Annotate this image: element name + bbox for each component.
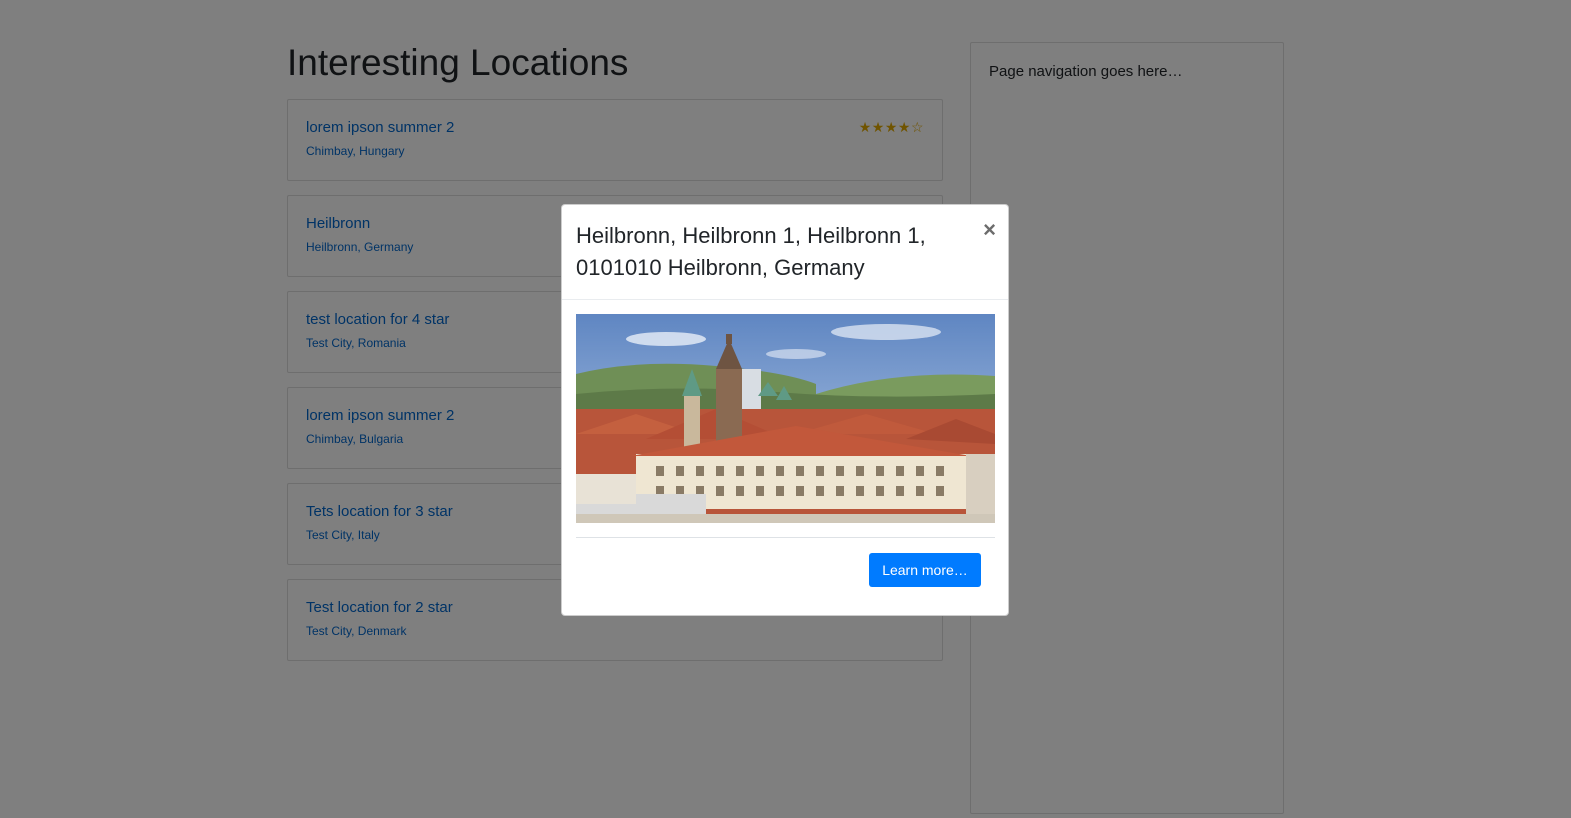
modal-header: Heilbronn, Heilbronn 1, Heilbronn 1, 010… [562, 205, 1008, 300]
close-icon[interactable]: × [983, 217, 996, 243]
learn-more-button[interactable]: Learn more… [869, 553, 981, 587]
location-photo [576, 314, 995, 523]
modal-title: Heilbronn, Heilbronn 1, Heilbronn 1, 010… [576, 223, 926, 280]
location-modal: Heilbronn, Heilbronn 1, Heilbronn 1, 010… [561, 204, 1009, 616]
modal-footer-divider [576, 537, 995, 538]
page: Interesting Locations lorem ipson summer… [0, 0, 1571, 818]
